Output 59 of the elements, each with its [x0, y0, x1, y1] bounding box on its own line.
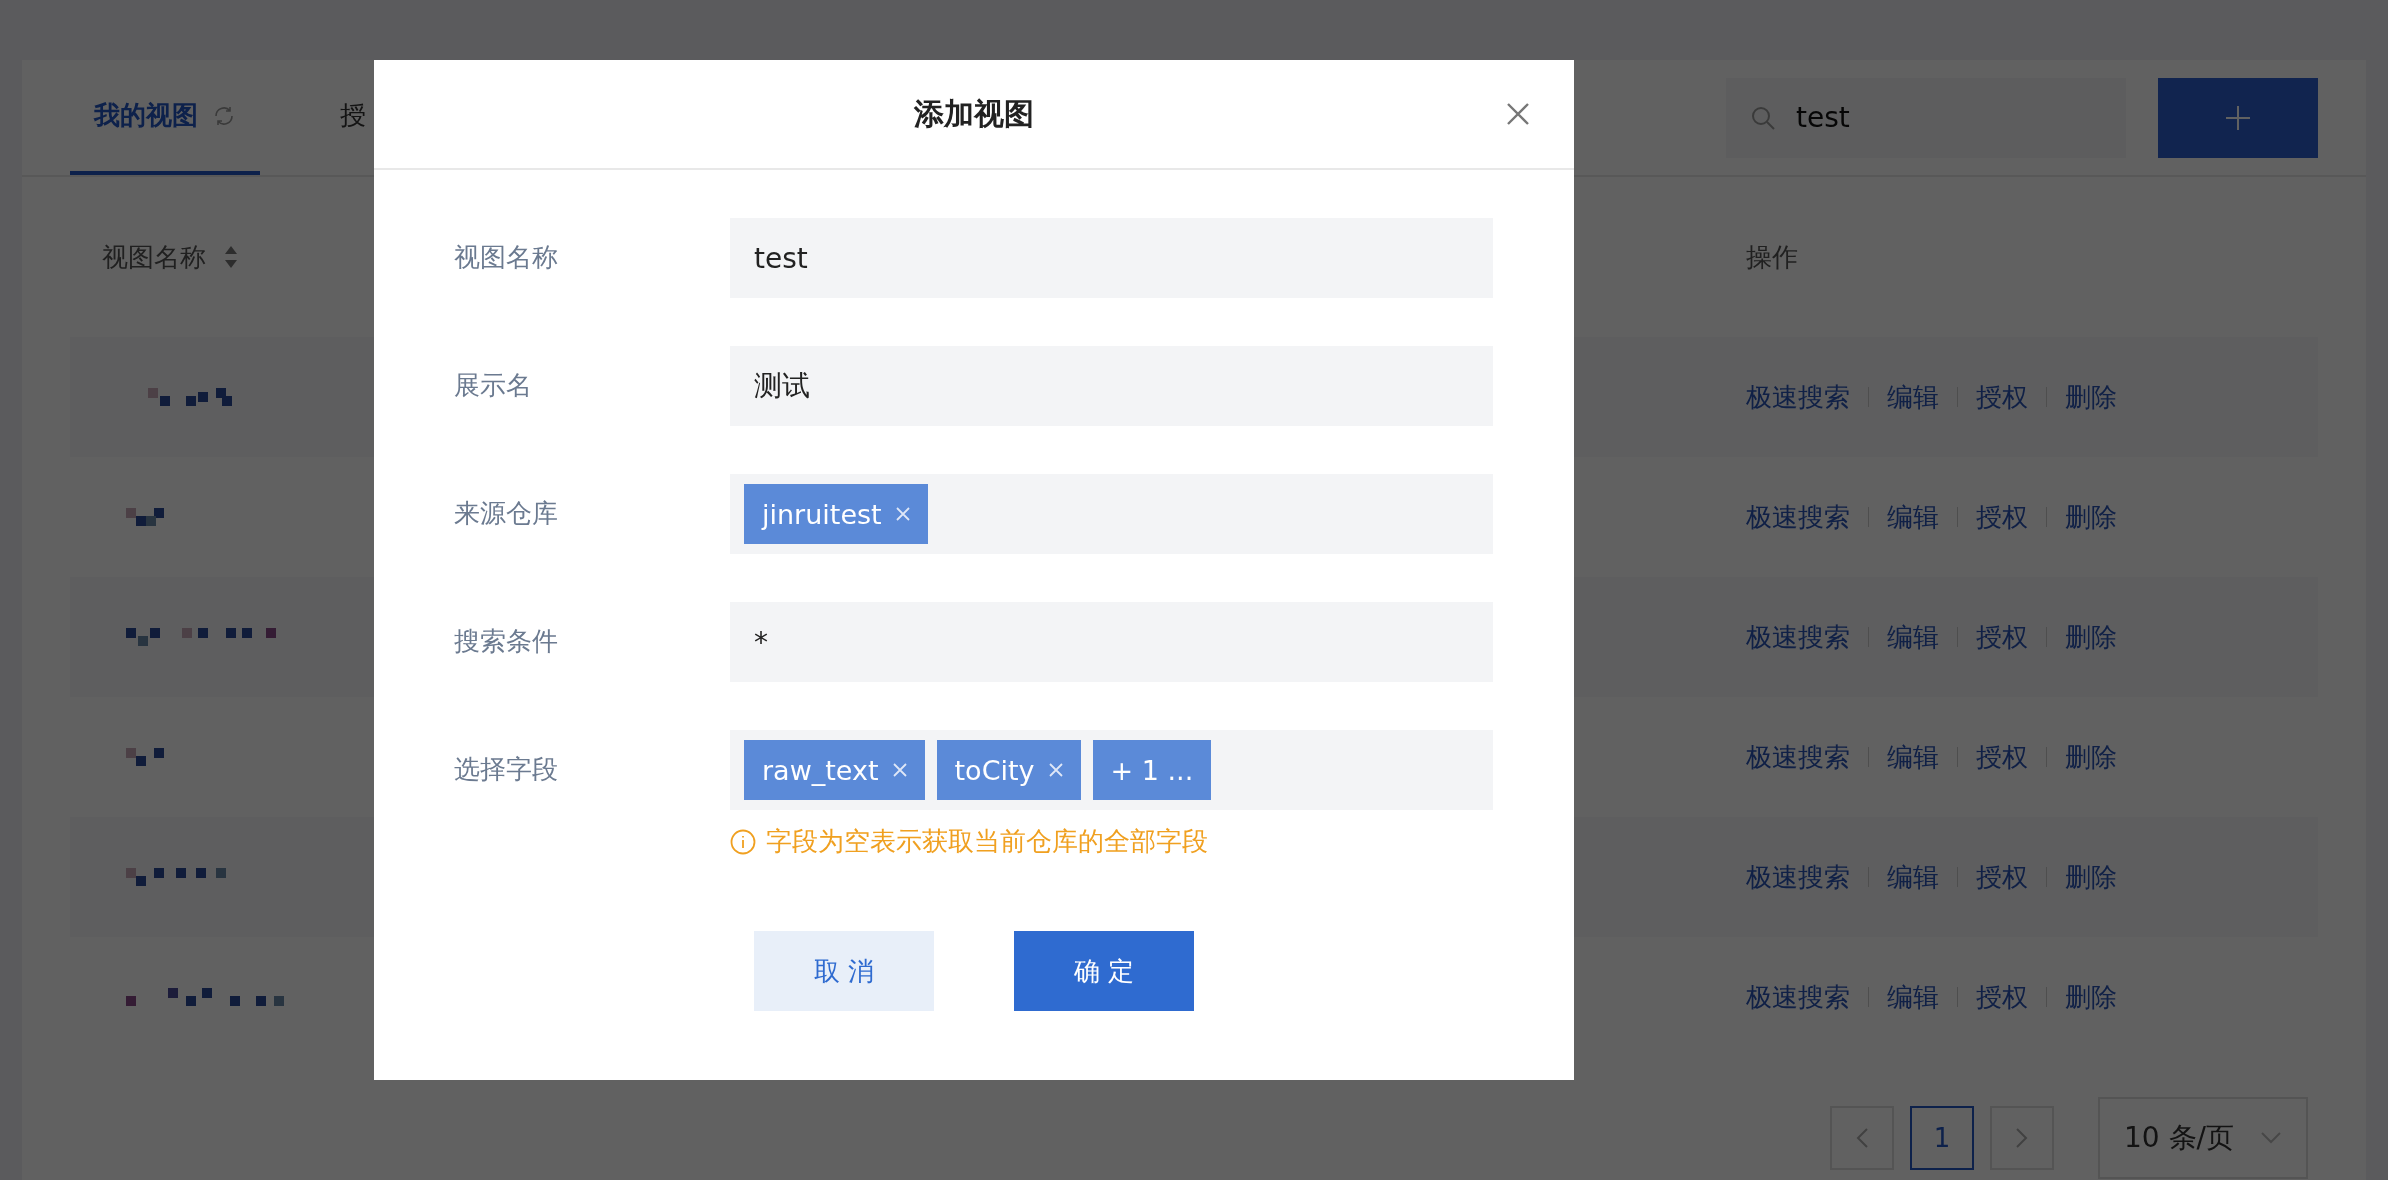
action-link[interactable]: 编辑	[1887, 499, 1939, 535]
chevron-left-icon	[1855, 1127, 1870, 1149]
info-icon	[730, 828, 756, 855]
chevron-down-icon	[2260, 1131, 2282, 1145]
action-link[interactable]: 删除	[2065, 499, 2117, 535]
page-button[interactable]: 1	[1910, 1106, 1975, 1170]
previous-page-button[interactable]	[1830, 1106, 1895, 1170]
action-link[interactable]: 极速搜索	[1746, 499, 1850, 535]
action-link[interactable]: 编辑	[1887, 979, 1939, 1015]
action-link[interactable]: 删除	[2065, 739, 2117, 775]
tag-select-field[interactable]: jinruitest	[730, 474, 1493, 554]
sort-icon[interactable]	[224, 244, 238, 270]
action-link[interactable]: 极速搜索	[1746, 379, 1850, 415]
input-field[interactable]: *	[730, 602, 1493, 682]
plus-icon	[2225, 104, 2251, 131]
dialog-title: 添加视图	[914, 94, 1034, 133]
field-label: 展示名	[454, 369, 533, 402]
field-label: 视图名称	[454, 241, 559, 274]
blurred-text-drawing	[126, 508, 164, 526]
view-tab[interactable]: 我的视图	[70, 60, 260, 175]
action-link[interactable]: 授权	[1976, 619, 2028, 655]
action-link[interactable]: 极速搜索	[1746, 859, 1850, 895]
hint-text: 字段为空表示获取当前仓库的全部字段	[766, 825, 1208, 858]
page-size-select[interactable]: 10 条/页	[2098, 1097, 2308, 1179]
action-link[interactable]: 删除	[2065, 619, 2117, 655]
action-link[interactable]: 删除	[2065, 979, 2117, 1015]
action-link[interactable]: 授权	[1976, 379, 2028, 415]
action-link[interactable]: 编辑	[1887, 619, 1939, 655]
cancel-button[interactable]: 取 消	[754, 931, 934, 1011]
action-link[interactable]: 授权	[1976, 979, 2028, 1015]
chevron-right-icon	[2015, 1127, 2030, 1149]
input-field[interactable]: 测试	[730, 346, 1493, 426]
action-link[interactable]: 编辑	[1887, 859, 1939, 895]
column-header: 操作	[1746, 240, 1799, 274]
tag: jinruitest	[744, 484, 928, 544]
action-link[interactable]: 极速搜索	[1746, 619, 1850, 655]
input-field[interactable]: test	[730, 218, 1493, 298]
search-icon	[1750, 104, 1776, 131]
close-icon[interactable]	[1506, 102, 1530, 126]
tag: toCity	[936, 740, 1081, 800]
action-link[interactable]: 编辑	[1887, 379, 1939, 415]
action-link[interactable]: 授权	[1976, 859, 2028, 895]
action-link[interactable]: 删除	[2065, 859, 2117, 895]
action-link[interactable]: 授权	[1976, 499, 2028, 535]
tag: raw_text	[744, 740, 925, 800]
field-label: 搜索条件	[454, 625, 559, 658]
field-label: 选择字段	[454, 753, 559, 786]
search-field[interactable]: test	[1726, 77, 2126, 158]
next-page-button[interactable]	[1990, 1106, 2055, 1170]
tag: + 1 ...	[1092, 740, 1212, 800]
confirm-button[interactable]: 确 定	[1014, 931, 1194, 1011]
action-link[interactable]: 极速搜索	[1746, 979, 1850, 1015]
action-link[interactable]: 编辑	[1887, 739, 1939, 775]
action-link[interactable]: 授权	[1976, 739, 2028, 775]
field-label: 来源仓库	[454, 497, 559, 530]
column-header: 视图名称	[102, 240, 206, 274]
action-link[interactable]: 删除	[2065, 379, 2117, 415]
action-link[interactable]: 极速搜索	[1746, 739, 1850, 775]
blurred-text-drawing	[126, 748, 164, 766]
